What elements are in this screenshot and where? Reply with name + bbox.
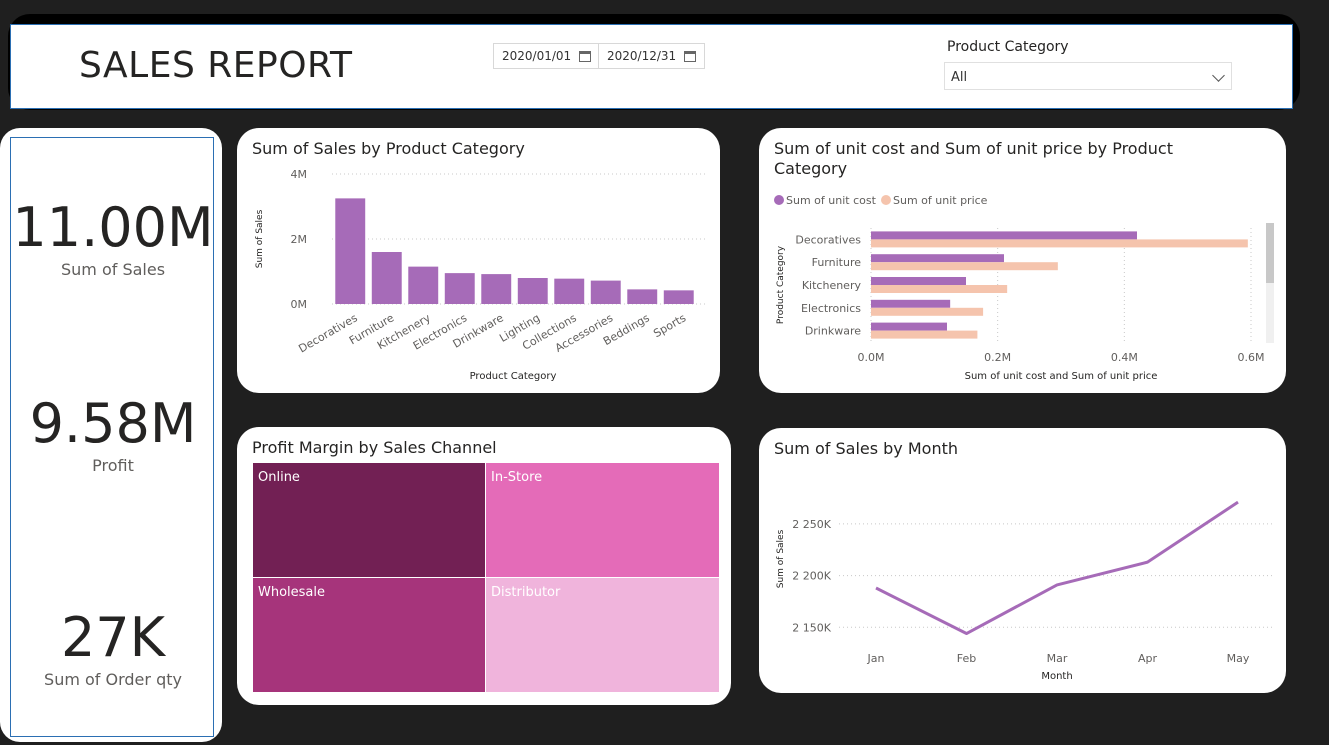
x-tick-label: Apr: [1138, 652, 1158, 665]
treemap-label: In-Store: [491, 470, 542, 485]
kpi-card: 11.00M Sum of Sales 9.58M Profit 27K Sum…: [0, 128, 222, 742]
treemap-label: Distributor: [491, 585, 561, 600]
x-tick-label: Feb: [957, 652, 976, 665]
y-tick-label: 2 200K: [792, 570, 831, 583]
y-tick-label: 2M: [291, 233, 308, 246]
header-bar: SALES REPORT 2020/01/01 2020/12/31 Produ…: [10, 24, 1293, 109]
x-axis-title: Sum of unit cost and Sum of unit price: [965, 371, 1158, 382]
report-title: SALES REPORT: [79, 45, 353, 86]
bar: [871, 239, 1248, 248]
kpi-sales-value: 11.00M: [12, 196, 214, 259]
treemap-label: Online: [258, 470, 300, 485]
unit-cost-price-chart: Sum of unit cost Sum of unit price 0.0M 0.2…: [774, 194, 1274, 382]
x-tick-label: 0.6M: [1238, 351, 1265, 364]
y-tick-label: 2 150K: [792, 621, 831, 634]
scrollbar-thumb: [1266, 223, 1274, 283]
profit-margin-treemap: Online In-Store Wholesale Distributor: [253, 463, 719, 692]
y-tick-label: Furniture: [812, 256, 862, 269]
unit-cost-price-card: Sum of unit cost and Sum of unit price b…: [759, 128, 1286, 393]
y-tick-label: 2 250K: [792, 518, 831, 531]
kpi-profit-value: 9.58M: [29, 392, 197, 455]
bar: [371, 252, 402, 304]
y-axis-title: Sum of Sales: [776, 529, 786, 588]
bar: [408, 266, 439, 304]
sales-by-month-card: Sum of Sales by Month 2 150K 2 200K 2 250K…: [759, 428, 1286, 693]
series-line: [875, 500, 1239, 636]
x-axis-title: Month: [1041, 671, 1072, 682]
profit-margin-card: Profit Margin by Sales Channel Online In-…: [237, 427, 731, 705]
bar: [871, 285, 1008, 293]
x-tick-label: Mar: [1047, 652, 1068, 665]
bar: [590, 280, 621, 304]
chevron-down-icon[interactable]: [1212, 69, 1225, 82]
y-tick-label: Electronics: [801, 302, 861, 315]
kpi-profit-label: Profit: [92, 456, 134, 475]
bar: [871, 254, 1004, 263]
y-axis-title: Product Category: [776, 245, 786, 324]
x-axis-title: Product Category: [470, 371, 557, 382]
bar: [481, 274, 512, 304]
y-axis-title: Sum of Sales: [255, 209, 265, 268]
start-date-value: 2020/01/01: [502, 49, 572, 63]
start-date-picker[interactable]: 2020/01/01: [493, 43, 601, 69]
bar: [871, 330, 978, 339]
bar: [663, 290, 694, 304]
product-category-slicer-label: Product Category: [947, 39, 1069, 55]
x-tick-label: 0.4M: [1111, 351, 1138, 364]
sales-by-month-chart: 2 150K 2 200K 2 250K Jan Feb Mar Apr May Month Su…: [776, 500, 1274, 682]
kpi-sales-label: Sum of Sales: [60, 260, 166, 279]
calendar-icon[interactable]: [579, 50, 592, 62]
x-tick-label: 0.0M: [858, 351, 885, 364]
bar: [871, 322, 947, 331]
end-date-value: 2020/12/31: [607, 49, 677, 63]
x-tick-label: May: [1227, 652, 1250, 665]
y-tick-label: Decoratives: [795, 233, 861, 246]
bar: [517, 278, 548, 304]
bar: [871, 231, 1137, 240]
sales-by-category-chart: 0M2M4MDecorativesFurnitureKitcheneryElec…: [255, 168, 707, 382]
bar: [335, 198, 366, 304]
y-tick-label: Drinkware: [805, 325, 861, 338]
x-tick-label: 0.2M: [984, 351, 1011, 364]
sales-by-category-card: Sum of Sales by Product Category 0M 2M 4M D…: [237, 128, 720, 393]
bar: [627, 289, 658, 304]
treemap-label: Wholesale: [258, 585, 325, 600]
legend-marker: [774, 195, 784, 205]
dropdown-value: All: [951, 70, 968, 85]
calendar-icon[interactable]: [684, 50, 697, 62]
product-category-dropdown[interactable]: All: [944, 62, 1232, 90]
legend-label: Sum of unit cost: [786, 194, 877, 207]
end-date-picker[interactable]: 2020/12/31: [598, 43, 706, 69]
y-tick-label: 0M: [291, 298, 308, 311]
bar: [444, 273, 475, 304]
bar: [554, 278, 585, 304]
y-tick-label: Kitchenery: [802, 279, 862, 292]
bar: [871, 277, 966, 285]
bar: [871, 307, 984, 316]
kpi-order-qty-label: Sum of Order qty: [44, 670, 182, 689]
x-tick-label: Jan: [867, 652, 885, 665]
bar: [871, 262, 1058, 271]
kpi-panel: 11.00M Sum of Sales 9.58M Profit 27K Sum…: [10, 137, 214, 737]
bar: [871, 299, 951, 308]
kpi-order-qty-value: 27K: [60, 606, 166, 669]
y-tick-label: 4M: [291, 168, 308, 181]
x-tick-label: Sports: [651, 311, 688, 340]
legend-marker: [881, 195, 891, 205]
legend-label: Sum of unit price: [893, 194, 988, 207]
